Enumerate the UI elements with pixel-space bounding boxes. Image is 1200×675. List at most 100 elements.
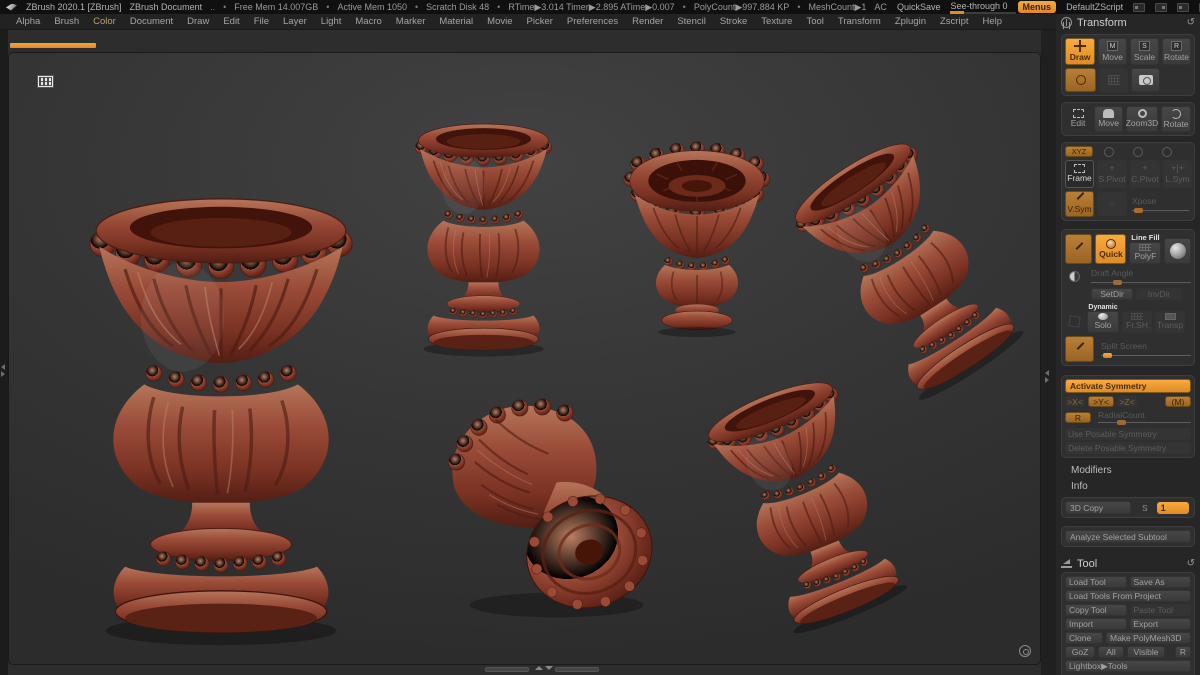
xpose-slider[interactable] — [1132, 207, 1189, 213]
sym-z-button[interactable]: >Z< — [1117, 396, 1137, 407]
transp-button[interactable]: Transp — [1155, 311, 1185, 333]
menu-preferences[interactable]: Preferences — [561, 14, 624, 29]
sym-m-button[interactable]: (M) — [1165, 396, 1191, 407]
clone-button[interactable]: Clone — [1065, 632, 1103, 644]
save-as-button[interactable]: Save As — [1129, 576, 1191, 588]
tool-palette-header[interactable]: Tool ↺ — [1061, 555, 1195, 572]
quick-button[interactable]: Quick — [1095, 234, 1127, 264]
pixol-button[interactable] — [1065, 336, 1094, 362]
dock-left-tray-icon[interactable] — [1133, 2, 1146, 12]
solo-button[interactable]: Solo — [1087, 311, 1119, 333]
move-mode-button[interactable]: M Move — [1098, 38, 1127, 65]
goz-all-button[interactable]: All — [1098, 646, 1124, 658]
rotate-mode-button[interactable]: R Rotate — [1162, 38, 1191, 65]
menu-alpha[interactable]: Alpha — [10, 14, 46, 29]
left-tray[interactable] — [0, 30, 8, 675]
document-canvas[interactable] — [8, 52, 1041, 665]
menu-material[interactable]: Material — [433, 14, 479, 29]
ghost-cube-icon[interactable] — [1068, 315, 1081, 328]
s-pivot-button[interactable]: + S.Pivot — [1097, 160, 1127, 188]
draw-mode-button[interactable]: Draw — [1065, 38, 1096, 65]
menu-zscript[interactable]: Zscript — [934, 14, 975, 29]
backface-icon[interactable] — [1069, 271, 1080, 282]
menu-help[interactable]: Help — [977, 14, 1009, 29]
activate-symmetry-button[interactable]: Activate Symmetry — [1065, 379, 1191, 393]
right-tray-divider[interactable] — [1041, 30, 1056, 675]
canvas-resize-handle-icon[interactable] — [1019, 645, 1031, 657]
menus-button[interactable]: Menus — [1017, 1, 1057, 13]
menu-color[interactable]: Color — [87, 14, 122, 29]
frsh-button[interactable]: Fr.SH — [1122, 311, 1152, 333]
goz-visible-button[interactable]: Visible — [1127, 646, 1165, 658]
snapshot-camera-button[interactable] — [1131, 68, 1160, 92]
menu-marker[interactable]: Marker — [390, 14, 432, 29]
menu-zplugin[interactable]: Zplugin — [889, 14, 932, 29]
menu-transform[interactable]: Transform — [832, 14, 887, 29]
analyze-subtool-button[interactable]: Analyze Selected Subtool — [1065, 530, 1191, 543]
document-texture-icon[interactable] — [37, 75, 54, 88]
split-screen-slider[interactable] — [1101, 352, 1191, 358]
menu-stencil[interactable]: Stencil — [671, 14, 712, 29]
polyf-button[interactable]: PolyF — [1129, 242, 1162, 264]
flat-shade-button[interactable] — [1164, 238, 1191, 264]
xpose-icon-button[interactable]: ⁘ — [1097, 192, 1127, 216]
reset-icon[interactable]: ↺ — [1187, 17, 1195, 28]
lightbox-tools-button[interactable]: Lightbox▶Tools — [1065, 660, 1191, 672]
c-pivot-button[interactable]: + C.Pivot — [1130, 160, 1160, 188]
make-polymesh3d-button[interactable]: Make PolyMesh3D — [1106, 632, 1191, 644]
l-sym-button[interactable]: +|+ L.Sym — [1163, 160, 1192, 188]
default-zscript-button[interactable]: DefaultZScript — [1066, 2, 1123, 12]
lightbox-divider[interactable] — [10, 43, 96, 48]
rot-x-icon[interactable] — [1104, 146, 1114, 157]
nav-move-button[interactable]: Move — [1094, 106, 1123, 132]
copy-tool-button[interactable]: Copy Tool — [1065, 604, 1127, 616]
menu-texture[interactable]: Texture — [755, 14, 798, 29]
rot-y-icon[interactable] — [1133, 146, 1143, 157]
transform-palette-header[interactable]: Transform ↺ — [1061, 14, 1195, 31]
menu-stroke[interactable]: Stroke — [714, 14, 753, 29]
rot-z-icon[interactable] — [1162, 146, 1172, 157]
xyz-button[interactable]: XYZ — [1065, 146, 1093, 157]
sym-x-button[interactable]: >X< — [1065, 396, 1085, 407]
menu-layer[interactable]: Layer — [277, 14, 313, 29]
v-sym-button[interactable]: V.Sym — [1065, 191, 1094, 217]
menu-document[interactable]: Document — [124, 14, 179, 29]
bottom-tray-bar-left[interactable] — [485, 667, 529, 672]
import-button[interactable]: Import — [1065, 618, 1127, 630]
export-button[interactable]: Export — [1129, 618, 1191, 630]
invdir-button[interactable]: InvDir — [1136, 288, 1182, 300]
nav-zoom3d-button[interactable]: Zoom3D — [1126, 106, 1158, 132]
see-through-slider[interactable]: See-through 0 — [950, 1, 1017, 14]
delete-posable-symmetry-button[interactable]: Delete Posable Symmetry — [1065, 442, 1191, 454]
edit-button[interactable]: Edit — [1065, 106, 1092, 132]
info-section[interactable]: Info — [1061, 481, 1195, 492]
goz-r-button[interactable]: R — [1175, 646, 1191, 658]
gyro-button[interactable] — [1099, 68, 1128, 92]
setdir-button[interactable]: SetDir — [1091, 288, 1133, 300]
nav-rotate-button[interactable]: Rotate — [1161, 106, 1191, 132]
paste-tool-button[interactable]: Paste Tool — [1129, 604, 1191, 616]
menu-draw[interactable]: Draw — [181, 14, 215, 29]
draft-angle-slider[interactable] — [1091, 280, 1191, 285]
scale-mode-button[interactable]: S Scale — [1130, 38, 1159, 65]
menu-edit[interactable]: Edit — [217, 14, 245, 29]
load-tool-button[interactable]: Load Tool — [1065, 576, 1127, 588]
goz-button[interactable]: GoZ — [1065, 646, 1095, 658]
menu-brush[interactable]: Brush — [48, 14, 85, 29]
frame-button[interactable]: Frame — [1065, 160, 1094, 188]
load-tools-from-project-button[interactable]: Load Tools From Project — [1065, 590, 1191, 602]
sym-r-button[interactable]: R — [1065, 412, 1091, 423]
radial-count-slider[interactable] — [1098, 420, 1191, 425]
menu-file[interactable]: File — [248, 14, 275, 29]
modifiers-section[interactable]: Modifiers — [1061, 465, 1195, 476]
quicksave-button[interactable]: QuickSave — [897, 2, 941, 12]
spix-button[interactable] — [1065, 234, 1093, 264]
menu-tool[interactable]: Tool — [800, 14, 829, 29]
copy-3d-button[interactable]: 3D Copy — [1065, 501, 1131, 514]
tool-reset-icon[interactable]: ↺ — [1187, 558, 1195, 569]
use-posable-symmetry-button[interactable]: Use Posable Symmetry — [1065, 428, 1191, 440]
menu-macro[interactable]: Macro — [349, 14, 387, 29]
menu-light[interactable]: Light — [315, 14, 348, 29]
menu-picker[interactable]: Picker — [521, 14, 559, 29]
menu-render[interactable]: Render — [626, 14, 669, 29]
